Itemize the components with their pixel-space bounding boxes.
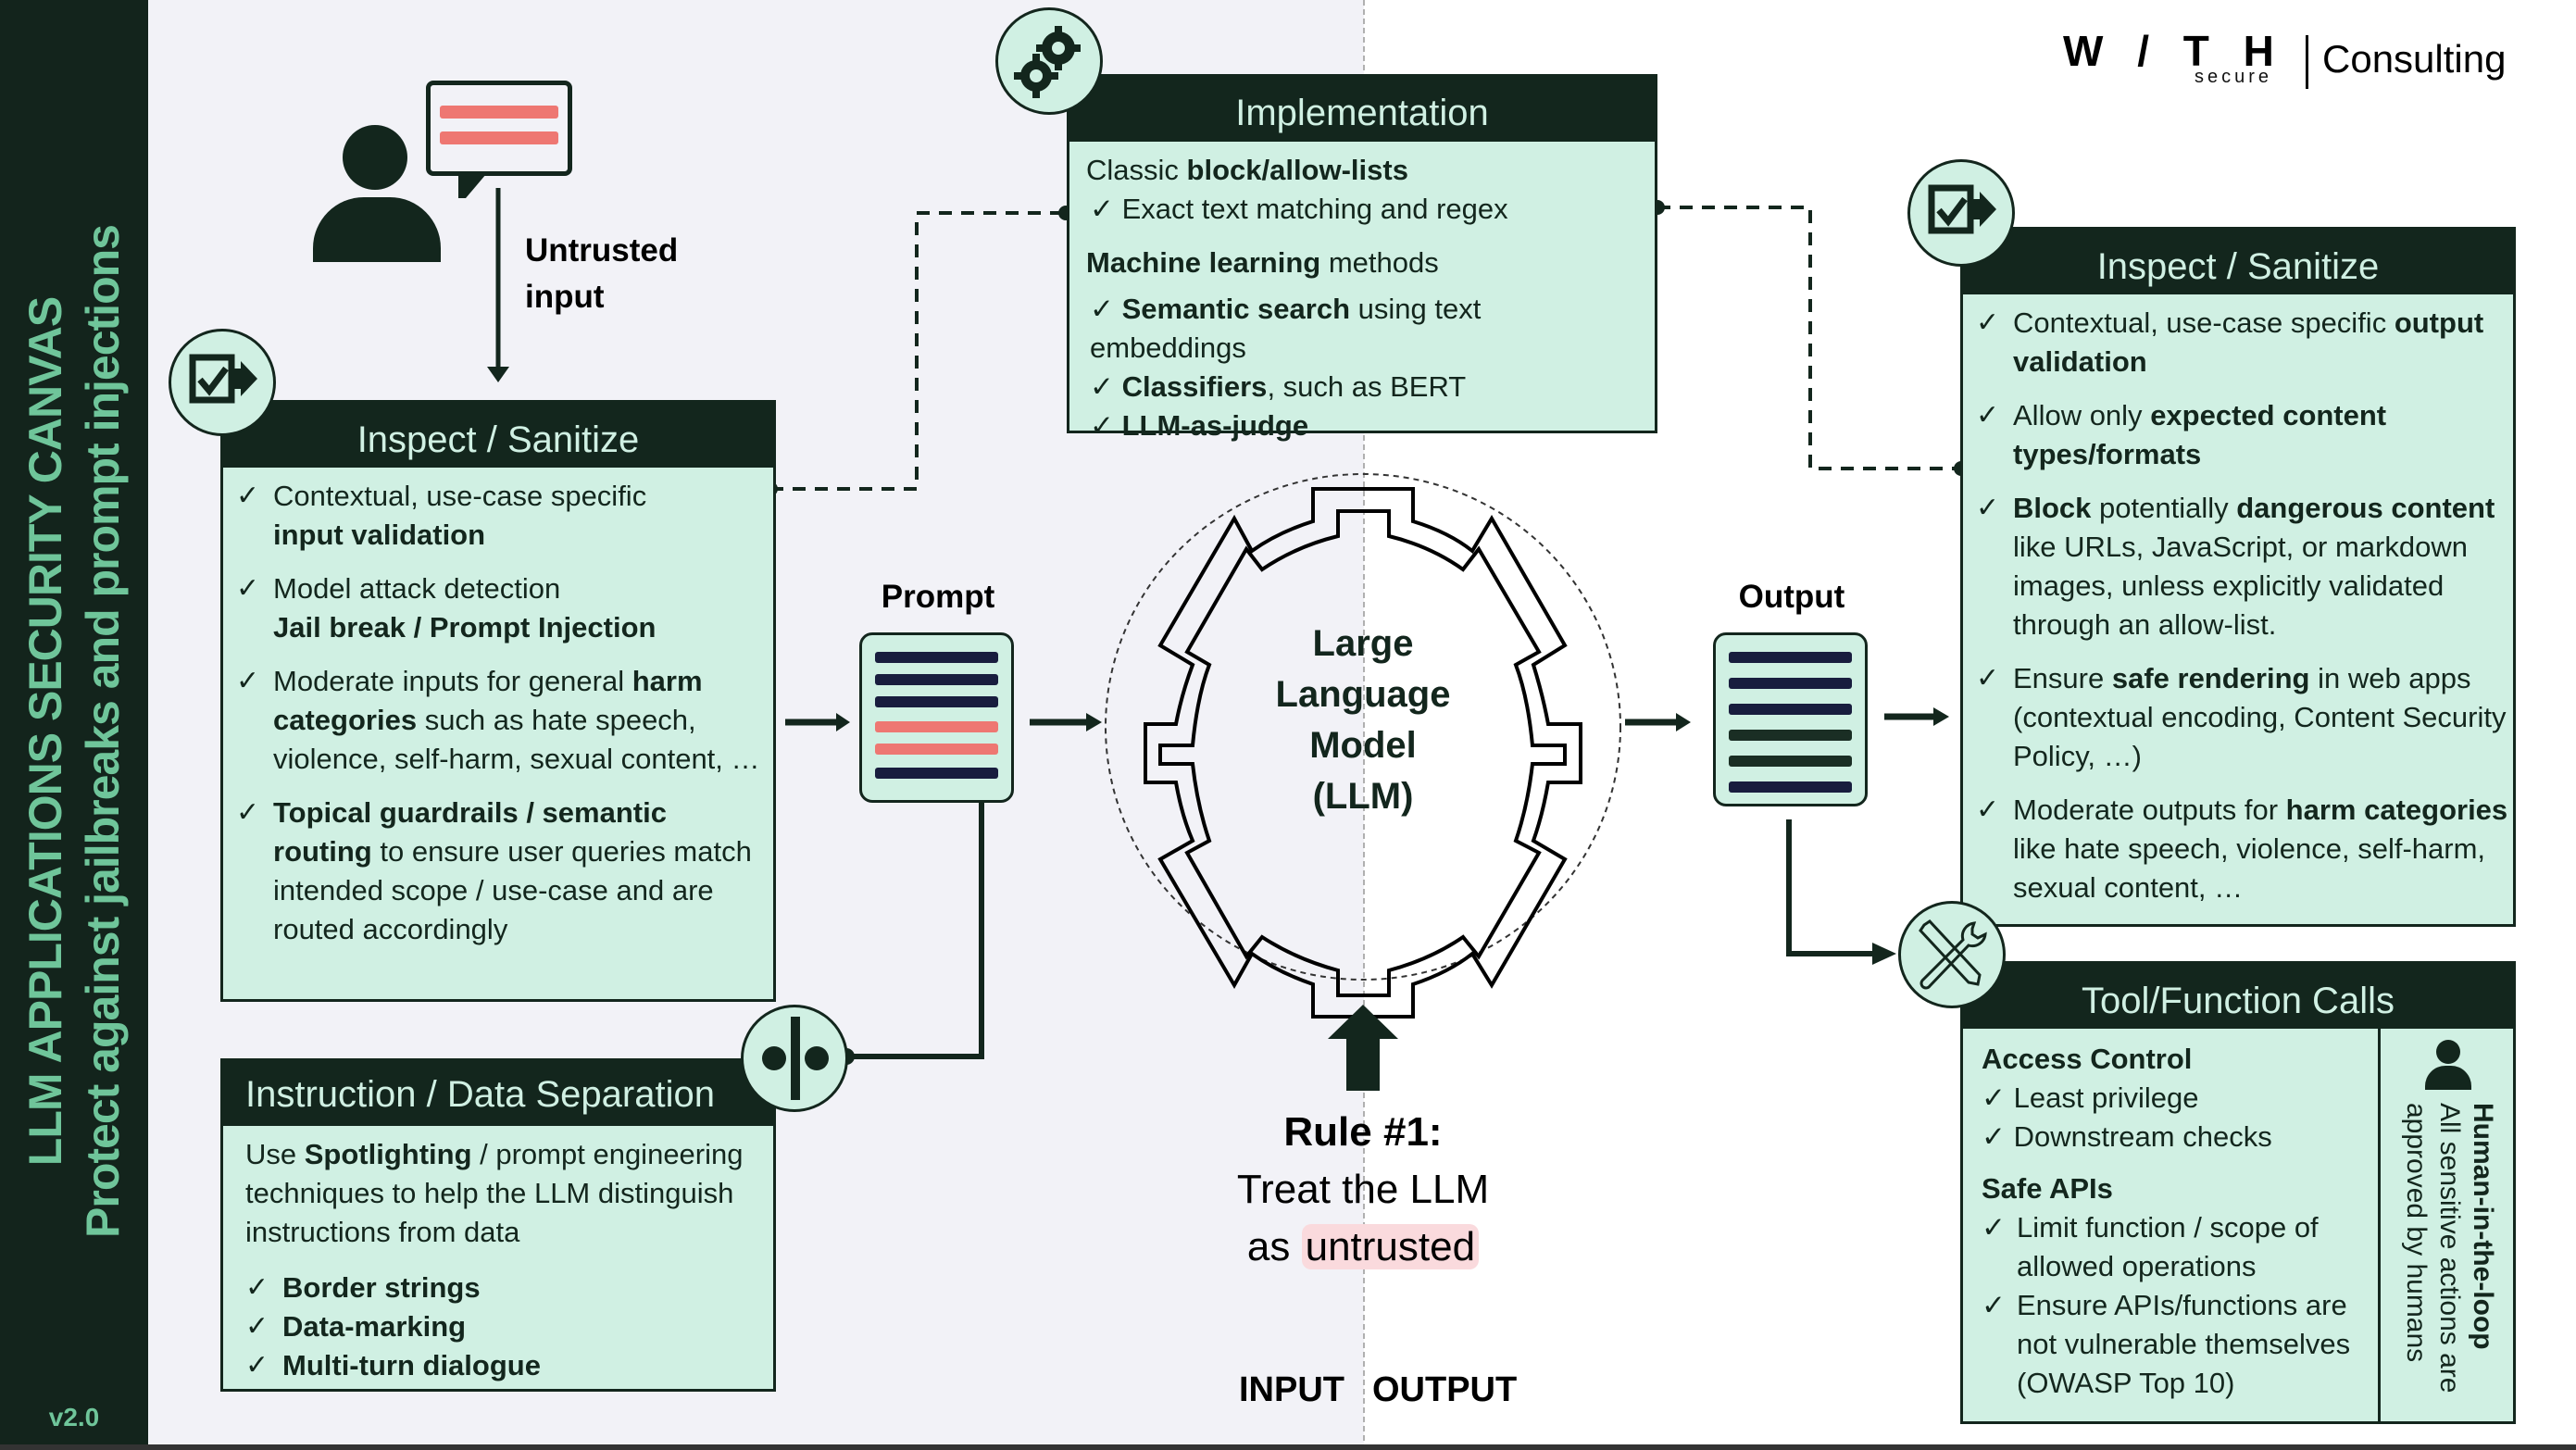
list-item: ✓ Moderate inputs for general harm catego… — [236, 665, 760, 775]
list-item: ✓ Limit function / scope of allowed opera… — [1982, 1211, 2319, 1282]
gears-icon — [995, 7, 1103, 115]
llm-label: Large Language Model (LLM) — [1275, 623, 1451, 817]
separation-title: Instruction / Data Separation — [223, 1061, 773, 1126]
list-item: ✓ Moderate outputs for harm categories li… — [1976, 794, 2508, 904]
checklist-arrow-icon — [1907, 159, 2015, 267]
list-item: ✓ Contextual, use-case specific output va… — [1976, 306, 2484, 378]
output-document-icon — [1713, 632, 1868, 806]
list-item: ✓ Topical guardrails / semantic routing t… — [236, 796, 752, 945]
list-item: ✓ Contextual, use-case specific input vali… — [236, 480, 647, 551]
classic-heading: Classic block/allow-lists — [1086, 154, 1408, 186]
access-control-heading: Access Control — [1982, 1043, 2193, 1075]
separation-panel: Instruction / Data Separation Use Spotli… — [220, 1058, 776, 1392]
prompt-document-icon — [859, 632, 1014, 803]
output-inspect-panel: Inspect / Sanitize ✓ Contextual, use-case… — [1960, 227, 2516, 927]
bottom-rule — [0, 1444, 2576, 1450]
flow-arrowhead — [1933, 707, 1949, 726]
list-item: ✓ Data-marking — [245, 1310, 467, 1343]
list-item: ✓ Model attack detection Jail break / Prom… — [236, 572, 657, 644]
untrusted-highlight: untrusted — [1301, 1224, 1480, 1269]
input-side-label: INPUT — [1239, 1370, 1344, 1409]
list-item: ✓ Classifiers, such as BERT — [1090, 370, 1467, 403]
output-side-label: OUTPUT — [1372, 1370, 1518, 1409]
implementation-title: Implementation — [1069, 77, 1655, 142]
flow-arrowhead — [1676, 713, 1691, 731]
implementation-body: Classic block/allow-lists ✓ Exact text m… — [1069, 142, 1655, 455]
input-inspect-panel: Inspect / Sanitize ✓ Contextual, use-case… — [220, 400, 776, 1002]
tools-arrowhead — [1872, 943, 1896, 965]
rule-title: Rule #1: — [1283, 1109, 1443, 1155]
list-item: ✓ Semantic search using text embeddings — [1090, 293, 1482, 364]
safe-apis-heading: Safe APIs — [1982, 1172, 2113, 1205]
implementation-panel: Implementation Classic block/allow-lists… — [1067, 74, 1657, 442]
separation-list: ✓ Border strings ✓ Data-marking ✓ Multi-tur… — [223, 1252, 773, 1385]
speech-bubble-icon — [426, 81, 572, 198]
list-item: ✓ Border strings — [245, 1271, 481, 1304]
hitl-text: Human-in-the-loop All sensitive actions … — [2401, 1103, 2498, 1394]
input-inspect-title: Inspect / Sanitize — [223, 403, 773, 468]
list-item: ✓ Downstream checks — [1982, 1120, 2272, 1153]
checklist-arrow-icon — [169, 329, 276, 436]
ml-heading: Machine learning methods — [1086, 246, 1439, 279]
tools-icon — [1898, 901, 2006, 1008]
tools-panel: Tool/Function Calls Access Control ✓ Lea… — [1960, 961, 2516, 1424]
output-inspect-title: Inspect / Sanitize — [1963, 230, 2513, 294]
hitl-column: Human-in-the-loop All sensitive actions … — [2378, 1029, 2516, 1421]
impl-right-connector — [1657, 206, 1961, 470]
tools-body: Access Control ✓ Least privilege ✓ Downs… — [1963, 1029, 2380, 1403]
list-item: ✓ Ensure APIs/functions are not vulnerabl… — [1982, 1289, 2351, 1399]
output-inspect-list: ✓ Contextual, use-case specific output va… — [1963, 294, 2513, 907]
flow-arrowhead — [836, 713, 850, 731]
rule-line3: as untrusted — [1178, 1219, 1548, 1276]
list-item: ✓ Block potentially dangerous content lik… — [1976, 492, 2495, 641]
input-inspect-list: ✓ Contextual, use-case specific input vali… — [223, 468, 773, 949]
untrusted-input-label: Untrusted input — [525, 232, 679, 315]
impl-left-connector — [770, 211, 1063, 491]
list-item: ✓ LLM-as-judge — [1090, 409, 1309, 442]
separator-icon — [741, 1005, 848, 1112]
flow-arrowhead — [1086, 713, 1102, 731]
separation-intro: Use Spotlighting / prompt engineering te… — [245, 1138, 744, 1248]
list-item: ✓ Allow only expected content types/forma… — [1976, 399, 2387, 470]
rule-one: Rule #1: Treat the LLM as untrusted — [1178, 1104, 1548, 1276]
list-item: ✓ Ensure safe rendering in web apps (cont… — [1976, 662, 2507, 772]
list-item: ✓ Least privilege — [1982, 1081, 2199, 1114]
prompt-label: Prompt — [881, 579, 995, 615]
output-label: Output — [1738, 579, 1845, 615]
person-icon — [2425, 1040, 2471, 1092]
untrusted-input-arrowhead — [487, 367, 509, 382]
rule-line2: Treat the LLM — [1236, 1167, 1490, 1212]
list-item: ✓ Exact text matching and regex — [1090, 193, 1508, 225]
user-icon — [313, 125, 443, 262]
list-item: ✓ Multi-turn dialogue — [245, 1349, 541, 1381]
tools-title: Tool/Function Calls — [1963, 964, 2513, 1029]
tools-connector — [1786, 819, 1875, 956]
